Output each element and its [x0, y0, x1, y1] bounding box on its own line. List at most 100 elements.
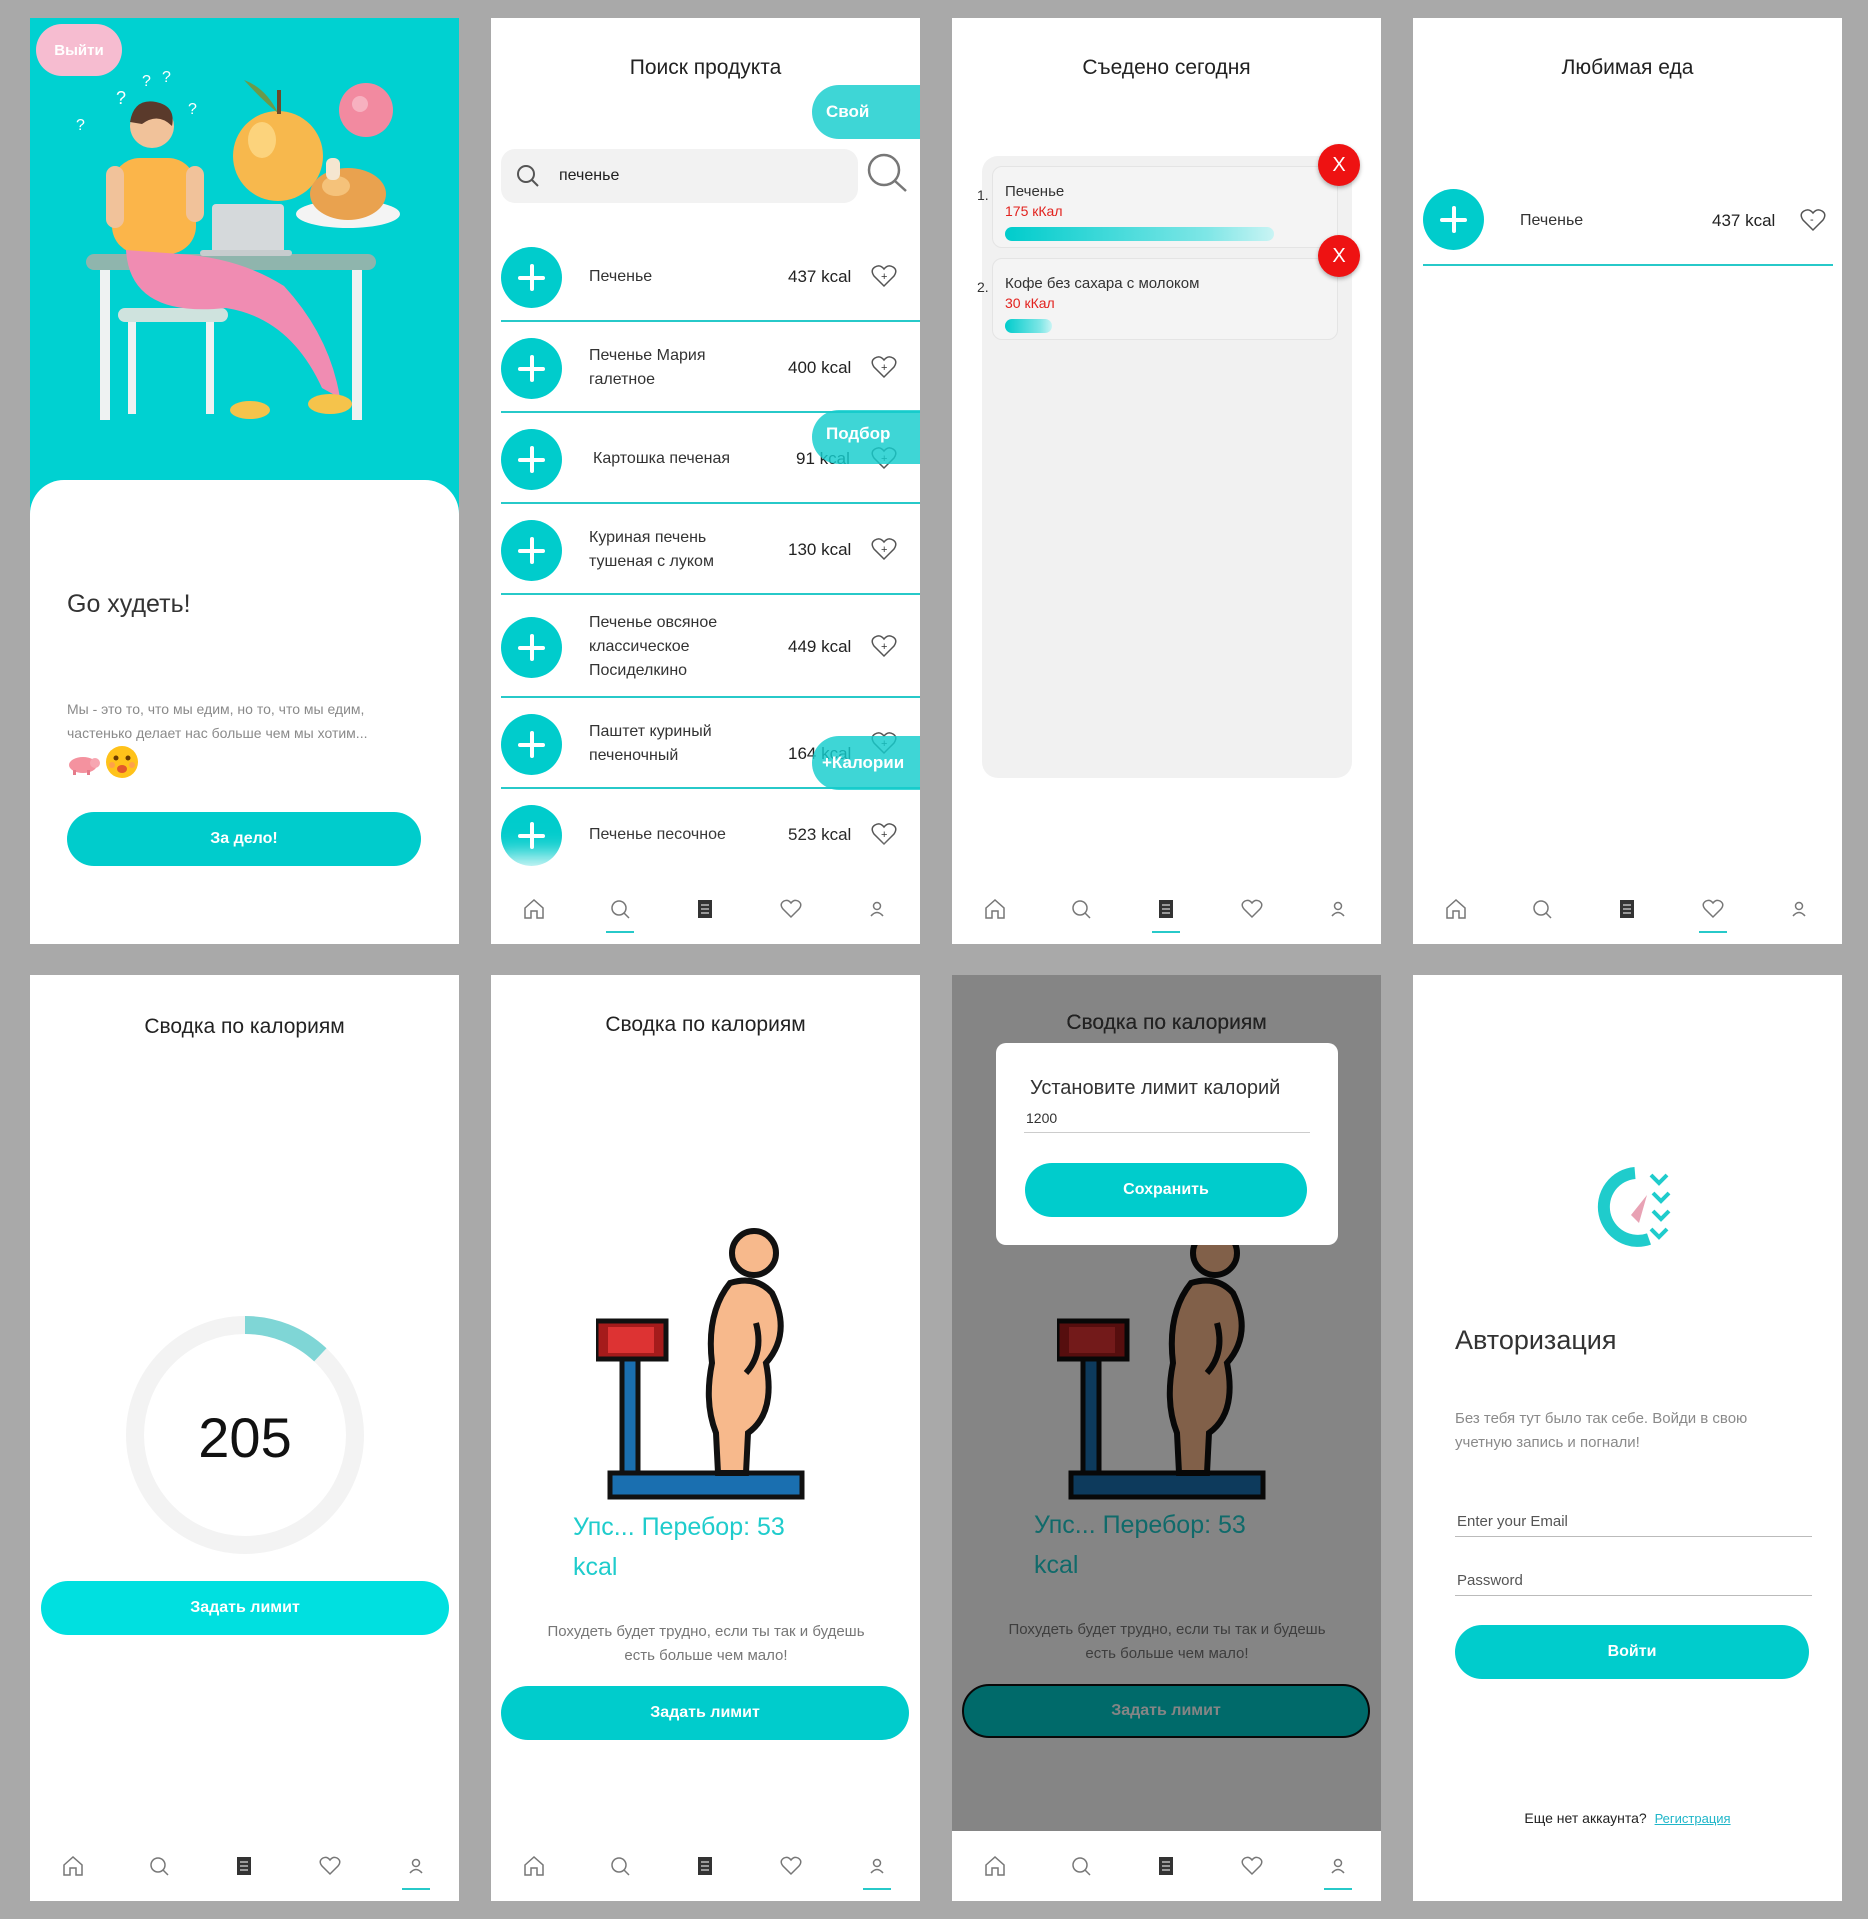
nav-search-icon[interactable]: [600, 889, 640, 933]
nav-search-icon[interactable]: [139, 1846, 179, 1886]
nav-journal-icon[interactable]: [685, 1846, 725, 1886]
nav-search-icon[interactable]: [1061, 889, 1101, 929]
favorite-row[interactable]: Печенье 437 kcal -: [1423, 176, 1833, 266]
auth-subtitle: Без тебя тут было так себе. Войди в свою…: [1455, 1410, 1748, 1451]
nav-heart-icon[interactable]: [310, 1846, 350, 1886]
nav-user-icon[interactable]: [1318, 889, 1358, 929]
limit-input[interactable]: [1024, 1103, 1310, 1133]
food-row[interactable]: Печенье Мария галетное 400 kcal +: [501, 322, 920, 413]
nav-user-icon[interactable]: [857, 889, 897, 929]
add-food-icon[interactable]: [501, 714, 562, 775]
tab-pick[interactable]: Подбор: [812, 410, 920, 464]
food-row[interactable]: Печенье песочное 523 kcal +: [501, 789, 920, 880]
nav-home-icon[interactable]: [975, 889, 1015, 929]
bottom-nav: [491, 874, 920, 944]
search-icon: [515, 163, 541, 194]
item-number: 1.: [977, 187, 989, 203]
nav-search-icon[interactable]: [600, 1846, 640, 1886]
nav-journal-icon[interactable]: [1146, 889, 1186, 933]
page-title: Сводка по калориям: [144, 1015, 345, 1038]
logout-button[interactable]: Выйти: [36, 24, 122, 76]
add-food-icon[interactable]: [501, 520, 562, 581]
svg-text:+: +: [881, 544, 887, 556]
food-kcal: 449 kcal: [788, 636, 852, 656]
password-field[interactable]: [1455, 1564, 1812, 1596]
heart-plus-icon[interactable]: +: [871, 264, 897, 293]
start-button[interactable]: За дело!: [67, 812, 421, 866]
nav-user-icon[interactable]: [857, 1846, 897, 1890]
item-kcal: 175 кКал: [1005, 203, 1063, 219]
remove-item-button[interactable]: X: [1318, 235, 1360, 277]
nav-heart-icon[interactable]: [771, 889, 811, 929]
nav-journal-icon[interactable]: [1607, 889, 1647, 929]
heart-plus-icon[interactable]: +: [871, 822, 897, 851]
search-input[interactable]: [559, 163, 839, 189]
nav-search-icon[interactable]: [1061, 1846, 1101, 1886]
heart-plus-icon[interactable]: +: [871, 634, 897, 663]
item-share-bar: [1005, 227, 1274, 241]
nav-heart-icon[interactable]: [771, 1846, 811, 1886]
nav-home-icon[interactable]: [53, 1846, 93, 1886]
login-button[interactable]: Войти: [1455, 1625, 1809, 1679]
add-food-icon[interactable]: [501, 247, 562, 308]
email-field[interactable]: [1455, 1505, 1812, 1537]
favorites-screen: Любимая еда Печенье 437 kcal -: [1413, 18, 1842, 944]
set-limit-button[interactable]: Задать лимит: [41, 1581, 449, 1635]
item-share-bar: [1005, 319, 1052, 333]
nav-journal-icon[interactable]: [1146, 1846, 1186, 1886]
auth-screen: Авторизация Без тебя тут было так себе. …: [1413, 975, 1842, 1901]
nav-journal-icon[interactable]: [224, 1846, 264, 1886]
nav-home-icon[interactable]: [1436, 889, 1476, 929]
register-link[interactable]: Регистрация: [1655, 1811, 1731, 1826]
nav-home-icon[interactable]: [514, 889, 554, 929]
page-title: Любимая еда: [1561, 56, 1694, 79]
svg-text:?: ?: [142, 73, 151, 90]
search-submit-icon[interactable]: [865, 151, 909, 200]
food-name: Печенье песочное: [589, 825, 726, 843]
save-button[interactable]: Сохранить: [1025, 1163, 1307, 1217]
nav-user-icon[interactable]: [1318, 1846, 1358, 1890]
food-name: Картошка печеная: [593, 449, 731, 467]
add-food-icon[interactable]: [501, 429, 562, 490]
nav-heart-icon[interactable]: [1232, 889, 1272, 929]
nav-user-icon[interactable]: [396, 1846, 436, 1890]
svg-text:?: ?: [76, 117, 85, 134]
heart-minus-icon[interactable]: -: [1800, 208, 1826, 237]
bottom-nav: [491, 1831, 920, 1901]
food-kcal: 437 kcal: [1712, 211, 1776, 230]
item-name: Кофе без сахара с молоком: [1005, 275, 1200, 292]
food-kcal: 523 kcal: [788, 824, 852, 844]
nav-heart-icon[interactable]: [1693, 889, 1733, 933]
heart-plus-icon[interactable]: +: [871, 355, 897, 384]
food-kcal: 437 kcal: [788, 266, 852, 286]
food-row[interactable]: Печенье овсяное классическое Посиделкино…: [501, 595, 920, 698]
nav-user-icon[interactable]: [1779, 889, 1819, 929]
svg-text:?: ?: [116, 88, 126, 108]
add-food-icon[interactable]: [501, 617, 562, 678]
item-number: 2.: [977, 279, 989, 295]
woman-at-desk-illustration: ? ? ? ? ?: [76, 69, 400, 420]
heart-plus-icon[interactable]: +: [871, 537, 897, 566]
nav-heart-icon[interactable]: [1232, 1846, 1272, 1886]
tab-own[interactable]: Свой: [812, 85, 920, 139]
eaten-item: 1. Печенье 175 кКал: [977, 166, 1338, 248]
set-limit-button[interactable]: Задать лимит: [501, 1686, 909, 1740]
nav-journal-icon[interactable]: [685, 889, 725, 929]
eaten-panel: [982, 156, 1352, 778]
pig-emoji-icon: [67, 753, 101, 775]
remove-item-button[interactable]: X: [1318, 144, 1360, 186]
add-food-icon[interactable]: [501, 338, 562, 399]
nav-home-icon[interactable]: [514, 1846, 554, 1886]
search-screen: Поиск продукта Печенье 437 kcal + Печень…: [491, 18, 920, 944]
add-food-icon[interactable]: [501, 805, 562, 866]
welcome-title: Go худеть!: [67, 590, 191, 618]
tab-add-calories[interactable]: +Калории: [812, 736, 920, 790]
app-logo: [1597, 1167, 1671, 1247]
add-food-icon[interactable]: [1423, 189, 1484, 250]
food-row[interactable]: Куриная печень тушеная с луком 130 kcal …: [501, 504, 920, 595]
register-line: Еще нет аккаунта? Регистрация: [1413, 1810, 1842, 1826]
nav-home-icon[interactable]: [975, 1846, 1015, 1886]
food-row[interactable]: Печенье 437 kcal +: [501, 231, 920, 322]
eaten-screen: Съедено сегодня 1. Печенье 175 кКал 2. К…: [952, 18, 1381, 944]
nav-search-icon[interactable]: [1522, 889, 1562, 929]
